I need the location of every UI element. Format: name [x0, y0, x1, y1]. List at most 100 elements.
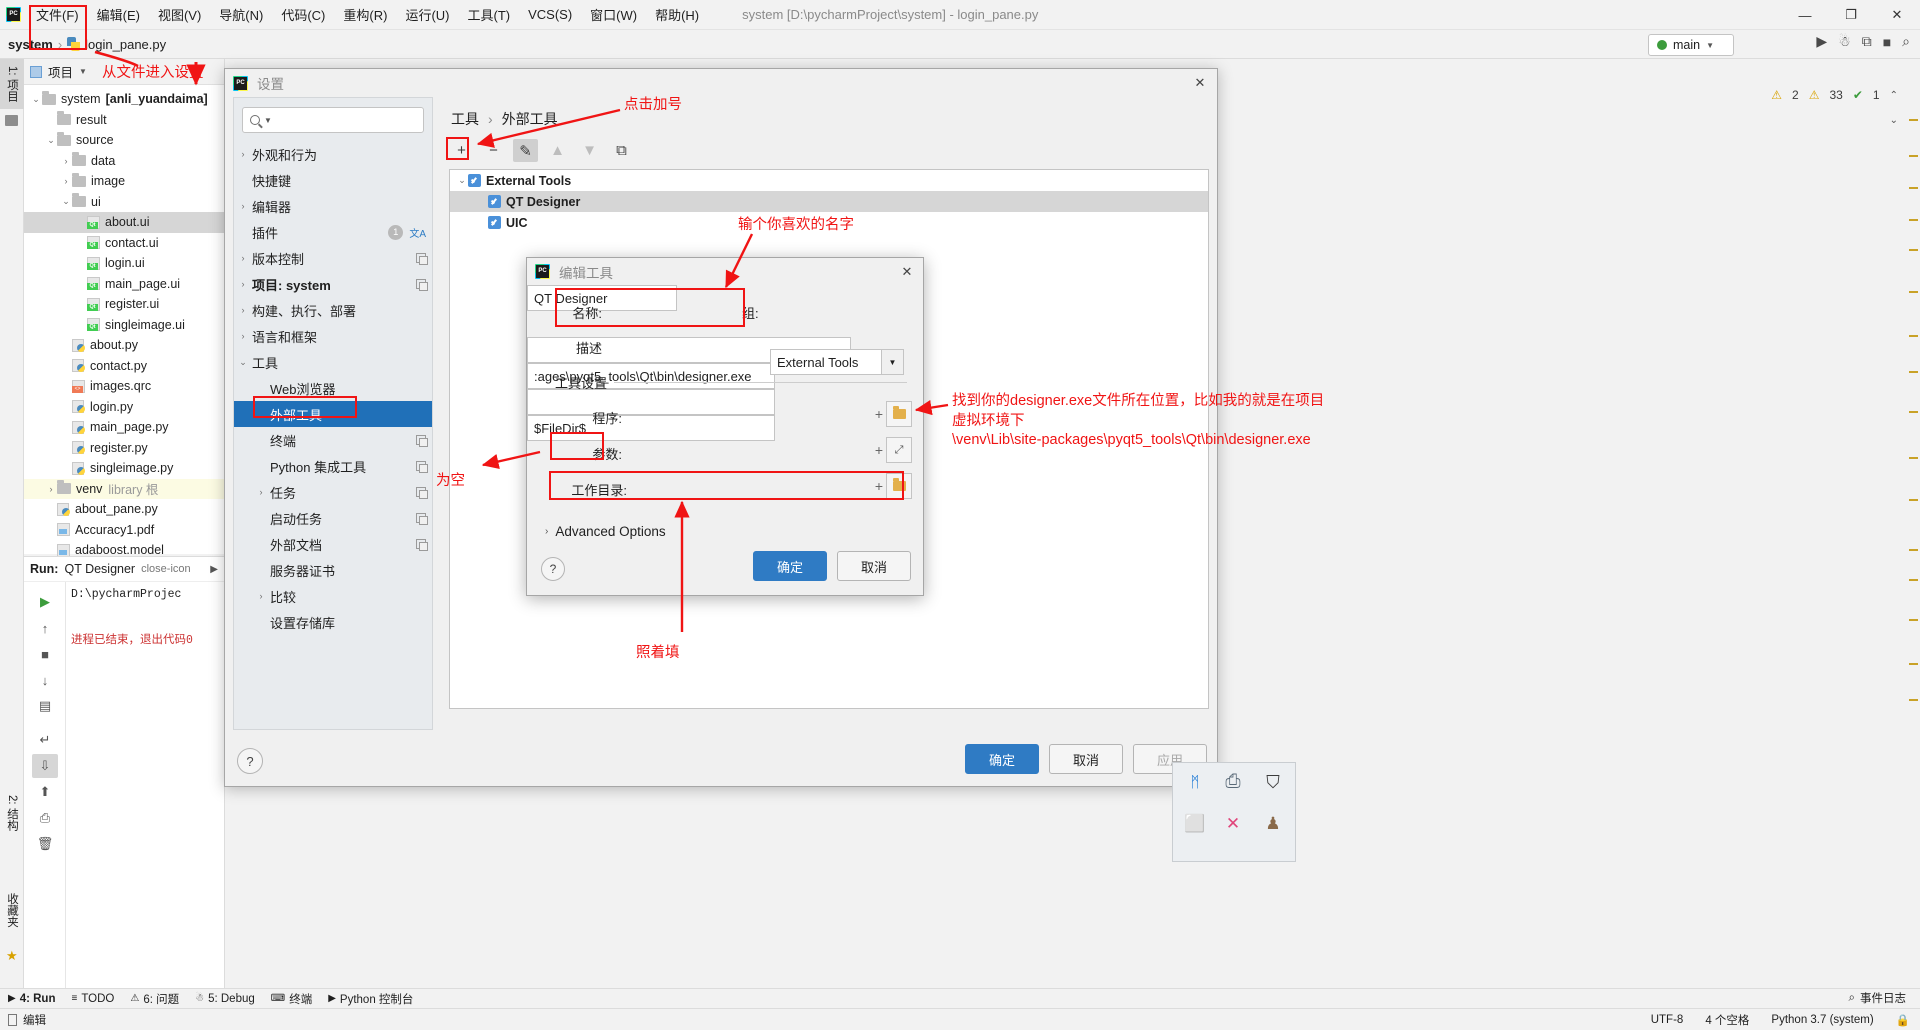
monitor-icon[interactable]: ⬜	[1181, 811, 1209, 837]
editor-settings-gear-icon[interactable]: ⌄	[1890, 115, 1898, 126]
status-encoding[interactable]: UTF-8	[1651, 1014, 1684, 1026]
settings-nav-[interactable]: › 外观和行为	[234, 141, 432, 167]
advanced-options-toggle[interactable]: › Advanced Options	[545, 524, 666, 539]
tree-item-result[interactable]: result	[24, 110, 224, 131]
toolwindow-python[interactable]: ▶ Python 控制台	[328, 991, 413, 1007]
settings-nav-[interactable]: › 比较	[234, 583, 432, 609]
menu-help[interactable]: 帮助(H)	[646, 1, 708, 28]
edit-tool-button[interactable]: ✎	[513, 139, 538, 162]
tree-item-contact.ui[interactable]: contact.ui	[24, 233, 224, 254]
disclosure-arrow-icon[interactable]: ›	[234, 331, 252, 341]
network-icon[interactable]: ✕	[1219, 811, 1247, 837]
settings-nav-[interactable]: › 版本控制	[234, 245, 432, 271]
settings-help-button[interactable]: ?	[237, 748, 263, 774]
lock-icon[interactable]: 🔒	[1896, 1013, 1910, 1027]
program-insert-macro-button[interactable]: +	[872, 406, 886, 422]
event-log-button[interactable]: ⌕ 事件日志	[1849, 990, 1906, 1006]
breadcrumb-file[interactable]: login_pane.py	[85, 37, 166, 52]
menu-vcs[interactable]: VCS(S)	[519, 3, 581, 26]
debug-icon[interactable]: ☃	[1838, 33, 1851, 50]
settings-cancel-button[interactable]: 取消	[1049, 744, 1123, 774]
copy-settings-icon[interactable]	[416, 461, 428, 473]
pin-button[interactable]: ⬆	[32, 780, 58, 804]
disclosure-arrow-icon[interactable]: ⌄	[60, 196, 72, 207]
menu-code[interactable]: 代码(C)	[272, 1, 334, 28]
settings-nav-[interactable]: 插件 1 文A	[234, 219, 432, 245]
tree-item-about.ui[interactable]: about.ui	[24, 212, 224, 233]
tree-item-login.ui[interactable]: login.ui	[24, 253, 224, 274]
tree-item-singleimage.py[interactable]: singleimage.py	[24, 458, 224, 479]
stop-icon[interactable]: ■	[1883, 34, 1891, 50]
run-configuration-selector[interactable]: main ▼	[1648, 34, 1734, 56]
close-icon[interactable]: ✕	[1874, 0, 1920, 30]
chevron-down-icon[interactable]: ▼	[79, 67, 87, 76]
menu-run[interactable]: 运行(U)	[396, 1, 458, 28]
strip-item-structure[interactable]: 2: 结构	[0, 788, 24, 838]
search-everywhere-icon[interactable]: ⌕	[1902, 33, 1910, 50]
tree-item-system[interactable]: ⌄ system [anli_yuandaima]	[24, 89, 224, 110]
bluetooth-icon[interactable]: ᛗ	[1181, 769, 1209, 795]
tree-item-main_page.ui[interactable]: main_page.ui	[24, 274, 224, 295]
settings-nav-[interactable]: › 任务	[234, 479, 432, 505]
copy-tool-button[interactable]: ⧉	[609, 139, 634, 162]
settings-nav-list[interactable]: › 外观和行为 快捷键 › 编辑器 插件 1 文A › 版本控制 › 项目: system › 构建、执行…	[234, 137, 432, 635]
edit-tool-close-button[interactable]: ✕	[897, 262, 917, 281]
stop-button[interactable]: ■	[32, 642, 58, 666]
arguments-insert-macro-button[interactable]: +	[872, 442, 886, 458]
menu-edit[interactable]: 编辑(E)	[88, 1, 149, 28]
tree-item-ui[interactable]: ⌄ ui	[24, 192, 224, 213]
edit-tool-cancel-button[interactable]: 取消	[837, 551, 911, 581]
settings-nav-[interactable]: › 编辑器	[234, 193, 432, 219]
clear-button[interactable]: 🗑	[32, 832, 58, 856]
scroll-end-button[interactable]: ⇩	[32, 754, 58, 778]
settings-nav-[interactable]: 快捷键	[234, 167, 432, 193]
tree-item-contact.py[interactable]: contact.py	[24, 356, 224, 377]
tool-enabled-checkbox[interactable]	[488, 195, 501, 208]
edit-tool-help-button[interactable]: ?	[541, 557, 565, 581]
run-icon[interactable]: ▶	[1816, 33, 1827, 50]
tree-item-source[interactable]: ⌄ source	[24, 130, 224, 151]
tree-item-accuracy1.pdf[interactable]: Accuracy1.pdf	[24, 520, 224, 541]
strip-item-favorites[interactable]: 收藏夹	[0, 886, 24, 935]
settings-nav-[interactable]: › 构建、执行、部署	[234, 297, 432, 323]
toolwindow-4run[interactable]: ▶ 4: Run	[8, 993, 55, 1005]
maximize-icon[interactable]: ❐	[1828, 0, 1874, 30]
rerun-button[interactable]: ▶	[32, 590, 58, 614]
tree-item-singleimage.ui[interactable]: singleimage.ui	[24, 315, 224, 336]
copy-settings-icon[interactable]	[416, 539, 428, 551]
disclosure-arrow-icon[interactable]: ›	[252, 591, 270, 601]
disclosure-arrow-icon[interactable]: ⌄	[30, 94, 42, 105]
settings-close-button[interactable]: ✕	[1189, 73, 1211, 93]
toolwindow-[interactable]: ⌨ 终端	[271, 991, 312, 1007]
settings-nav-system[interactable]: › 项目: system	[234, 271, 432, 297]
strip-item-project[interactable]: 1: 项目	[0, 59, 24, 109]
tool-list-row-qtdesigner[interactable]: QT Designer	[450, 191, 1208, 212]
disclosure-arrow-icon[interactable]: ›	[60, 176, 72, 186]
menu-refactor[interactable]: 重构(R)	[334, 1, 396, 28]
copy-settings-icon[interactable]	[416, 435, 428, 447]
minimize-icon[interactable]: —	[1782, 0, 1828, 30]
remove-tool-button[interactable]: −	[481, 139, 506, 162]
tree-item-images.qrc[interactable]: images.qrc	[24, 376, 224, 397]
toolwindow-5debug[interactable]: ☃ 5: Debug	[195, 993, 255, 1005]
disclosure-arrow-icon[interactable]: ›	[234, 305, 252, 315]
disclosure-arrow-icon[interactable]: ›	[234, 149, 252, 159]
edit-tool-ok-button[interactable]: 确定	[753, 551, 827, 581]
settings-nav-[interactable]: 启动任务	[234, 505, 432, 531]
copy-settings-icon[interactable]	[416, 253, 428, 265]
user-icon[interactable]: ♟	[1259, 811, 1287, 837]
run-panel-config-name[interactable]: QT Designer	[64, 562, 135, 576]
disclosure-arrow-icon[interactable]: ⌄	[456, 175, 468, 186]
tree-item-login.py[interactable]: login.py	[24, 397, 224, 418]
status-indent[interactable]: 4 个空格	[1705, 1012, 1749, 1028]
copy-settings-icon[interactable]	[416, 487, 428, 499]
menu-window[interactable]: 窗口(W)	[581, 1, 646, 28]
tree-item-register.ui[interactable]: register.ui	[24, 294, 224, 315]
tool-enabled-checkbox[interactable]	[468, 174, 481, 187]
menu-navigate[interactable]: 导航(N)	[210, 1, 272, 28]
settings-nav-[interactable]: 外部文档	[234, 531, 432, 557]
menu-tools[interactable]: 工具(T)	[458, 1, 519, 28]
coverage-icon[interactable]: ⧉	[1862, 33, 1872, 50]
tree-item-main_page.py[interactable]: main_page.py	[24, 417, 224, 438]
toolwindow-6[interactable]: ⚠ 6: 问题	[130, 991, 179, 1007]
